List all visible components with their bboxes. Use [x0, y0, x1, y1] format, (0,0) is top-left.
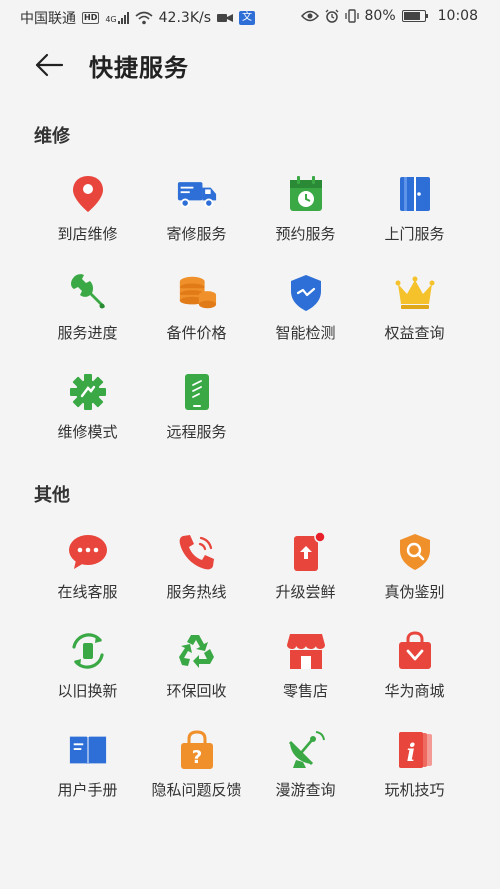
clock-time: 10:08 — [437, 8, 478, 24]
service-item-parts-price[interactable]: 备件价格 — [142, 265, 251, 364]
trade-in-icon — [68, 631, 108, 671]
signal-icon: 4G — [105, 12, 129, 24]
satellite-dish-icon — [286, 730, 326, 770]
phone-upgrade-icon — [286, 532, 326, 572]
network-type: 4G — [105, 15, 117, 24]
service-item-progress[interactable]: 服务进度 — [33, 265, 142, 364]
service-item-hotline[interactable]: 服务热线 — [142, 524, 251, 623]
back-button[interactable] — [34, 50, 64, 80]
phone-remote-icon — [177, 372, 217, 412]
service-item-authenticity[interactable]: 真伪鉴别 — [360, 524, 469, 623]
chat-bubble-icon — [68, 532, 108, 572]
service-item-vmall[interactable]: 华为商城 — [360, 623, 469, 722]
page-title: 快捷服务 — [89, 54, 189, 82]
location-pin-icon — [68, 174, 108, 214]
service-item-remote[interactable]: 远程服务 — [142, 364, 251, 463]
crown-icon — [395, 273, 435, 313]
eye-icon — [300, 10, 319, 22]
service-item-user-manual[interactable]: 用户手册 — [33, 722, 142, 821]
shield-check-icon — [286, 273, 326, 313]
calendar-clock-icon — [286, 174, 326, 214]
wifi-icon — [135, 11, 153, 25]
translate-icon: 文 — [239, 11, 256, 25]
svg-text:?: ? — [191, 747, 201, 768]
service-item-privacy-feedback[interactable]: ? 隐私问题反馈 — [142, 722, 251, 821]
book-icon — [68, 730, 108, 770]
service-item-benefits[interactable]: 权益查询 — [360, 265, 469, 364]
arrow-left-icon — [35, 53, 64, 77]
service-item-upgrade[interactable]: 升级尝鲜 — [251, 524, 360, 623]
status-bar: 中国联通 HD 4G 42.3K/s 文 80% 10:08 — [0, 0, 500, 34]
app-header: 快捷服务 — [0, 40, 500, 96]
battery-icon — [401, 10, 428, 22]
carrier-name: 中国联通 — [20, 11, 76, 27]
phone-call-icon — [177, 532, 217, 572]
alarm-icon — [325, 9, 338, 23]
battery-percent: 80% — [364, 8, 396, 24]
other-services-grid: 在线客服 服务热线 升级尝鲜 真伪鉴别 以旧换新 环保回收 零售店 华为商城 用… — [33, 524, 469, 821]
video-camera-icon — [217, 14, 234, 22]
service-item-smart-check[interactable]: 智能检测 — [251, 265, 360, 364]
service-item-roaming[interactable]: 漫游查询 — [251, 722, 360, 821]
delivery-truck-icon — [177, 174, 217, 214]
hd-badge: HD — [82, 12, 100, 24]
service-item-recycle[interactable]: 环保回收 — [142, 623, 251, 722]
gear-icon — [68, 372, 108, 412]
tips-icon: i — [395, 730, 435, 770]
recycle-icon — [177, 631, 217, 671]
service-item-retail-store[interactable]: 零售店 — [251, 623, 360, 722]
wrench-icon — [68, 273, 108, 313]
section-title-repair: 维修 — [34, 126, 70, 147]
privacy-question-icon: ? — [177, 730, 217, 770]
section-title-other: 其他 — [34, 485, 70, 506]
store-icon — [286, 631, 326, 671]
shopping-bag-icon — [395, 631, 435, 671]
service-item-tips[interactable]: i 玩机技巧 — [360, 722, 469, 821]
shield-search-icon — [395, 532, 435, 572]
repair-services-grid: 到店维修 寄修服务 预约服务 上门服务 服务进度 备件价格 智能检测 权益查询 … — [33, 166, 469, 463]
service-item-trade-in[interactable]: 以旧换新 — [33, 623, 142, 722]
service-item-onsite[interactable]: 上门服务 — [360, 166, 469, 265]
service-item-appointment[interactable]: 预约服务 — [251, 166, 360, 265]
vibrate-icon — [344, 9, 359, 23]
svg-text:i: i — [406, 738, 415, 767]
service-item-repair-mode[interactable]: 维修模式 — [33, 364, 142, 463]
service-item-store-repair[interactable]: 到店维修 — [33, 166, 142, 265]
door-icon — [395, 174, 435, 214]
coins-icon — [177, 273, 217, 313]
service-item-mail-repair[interactable]: 寄修服务 — [142, 166, 251, 265]
service-item-online-support[interactable]: 在线客服 — [33, 524, 142, 623]
network-speed: 42.3K/s — [158, 10, 212, 26]
